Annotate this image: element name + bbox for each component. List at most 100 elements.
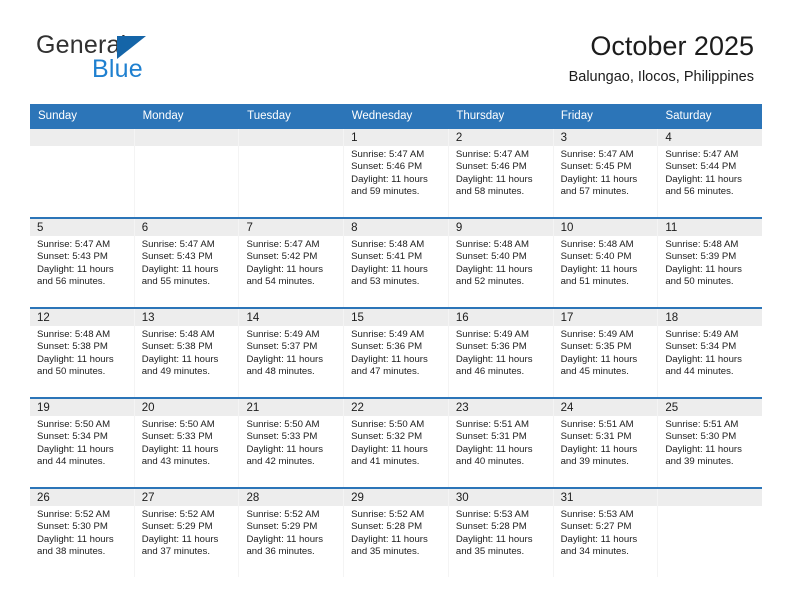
day-cell[interactable]: 23 Sunrise: 5:51 AM Sunset: 5:31 PM Dayligh… — [448, 399, 554, 487]
daylight-duration-line2: and 44 minutes. — [665, 366, 734, 378]
sunrise-time: Sunrise: 5:50 AM — [141, 419, 215, 430]
day-details: Sunrise: 5:48 AM Sunset: 5:40 PM Daylight:… — [449, 236, 553, 289]
week-row: 1 Sunrise: 5:47 AM Sunset: 5:46 PM Daylight… — [30, 129, 763, 217]
day-details: Sunrise: 5:47 AM Sunset: 5:45 PM Daylight:… — [554, 146, 658, 199]
day-cell-empty — [239, 129, 345, 217]
day-details: Sunrise: 5:49 AM Sunset: 5:37 PM Daylight:… — [239, 326, 343, 379]
brand-logo[interactable]: General Blue — [36, 31, 276, 87]
day-details: Sunrise: 5:50 AM Sunset: 5:32 PM Daylight:… — [344, 416, 448, 469]
sunrise-time: Sunrise: 5:52 AM — [246, 509, 320, 520]
day-cell[interactable]: 29 Sunrise: 5:52 AM Sunset: 5:28 PM Dayligh… — [344, 489, 449, 577]
sunrise-time: Sunrise: 5:51 AM — [665, 419, 739, 430]
weekday-tuesday: Tuesday — [247, 110, 291, 122]
daylight-duration-line2: and 42 minutes. — [246, 456, 315, 468]
day-cell[interactable]: 21 Sunrise: 5:50 AM Sunset: 5:33 PM Dayligh… — [239, 399, 345, 487]
day-number: 31 — [553, 489, 658, 506]
sunset-time: Sunset: 5:27 PM — [560, 521, 632, 533]
sunset-time: Sunset: 5:29 PM — [141, 521, 213, 533]
day-cell[interactable]: 10 Sunrise: 5:48 AM Sunset: 5:40 PM Dayligh… — [553, 219, 659, 307]
day-cell[interactable]: 16 Sunrise: 5:49 AM Sunset: 5:36 PM Dayligh… — [448, 309, 554, 397]
day-cell[interactable]: 15 Sunrise: 5:49 AM Sunset: 5:36 PM Dayligh… — [344, 309, 449, 397]
daylight-duration-line1: Daylight: 11 hours — [455, 263, 533, 275]
day-cell[interactable]: 12 Sunrise: 5:48 AM Sunset: 5:38 PM Dayligh… — [30, 309, 135, 397]
daylight-duration-line1: Daylight: 11 hours — [351, 533, 428, 545]
day-cell[interactable]: 1 Sunrise: 5:47 AM Sunset: 5:46 PM Daylight… — [344, 129, 449, 217]
weeks-container: 1 Sunrise: 5:47 AM Sunset: 5:46 PM Daylight… — [30, 129, 763, 577]
daylight-duration-line1: Daylight: 11 hours — [351, 443, 428, 455]
daylight-duration-line1: Daylight: 11 hours — [141, 533, 219, 545]
daylight-duration-line2: and 49 minutes. — [141, 366, 210, 378]
day-cell[interactable]: 18 Sunrise: 5:49 AM Sunset: 5:34 PM Dayligh… — [658, 309, 763, 397]
day-cell[interactable]: 6 Sunrise: 5:47 AM Sunset: 5:43 PM Daylight… — [134, 219, 240, 307]
daylight-duration-line1: Daylight: 11 hours — [665, 173, 742, 185]
day-details: Sunrise: 5:51 AM Sunset: 5:31 PM Daylight:… — [554, 416, 658, 469]
day-cell[interactable]: 30 Sunrise: 5:53 AM Sunset: 5:28 PM Dayligh… — [448, 489, 554, 577]
day-cell[interactable]: 13 Sunrise: 5:48 AM Sunset: 5:38 PM Dayligh… — [134, 309, 240, 397]
daylight-duration-line2: and 46 minutes. — [455, 366, 525, 378]
sunrise-time: Sunrise: 5:51 AM — [560, 419, 634, 430]
day-cell[interactable]: 24 Sunrise: 5:51 AM Sunset: 5:31 PM Dayligh… — [553, 399, 659, 487]
day-cell[interactable]: 7 Sunrise: 5:47 AM Sunset: 5:42 PM Daylight… — [239, 219, 345, 307]
sunrise-time: Sunrise: 5:50 AM — [246, 419, 320, 430]
sunset-time: Sunset: 5:36 PM — [351, 341, 423, 353]
daylight-duration-line1: Daylight: 11 hours — [665, 263, 742, 275]
day-details: Sunrise: 5:48 AM Sunset: 5:40 PM Daylight:… — [554, 236, 658, 289]
sunset-time: Sunset: 5:33 PM — [141, 431, 213, 443]
sunset-time: Sunset: 5:43 PM — [37, 251, 108, 263]
day-cell[interactable]: 20 Sunrise: 5:50 AM Sunset: 5:33 PM Dayligh… — [134, 399, 240, 487]
sunset-time: Sunset: 5:44 PM — [665, 161, 737, 173]
day-cell[interactable]: 2 Sunrise: 5:47 AM Sunset: 5:46 PM Daylight… — [448, 129, 554, 217]
sunrise-time: Sunrise: 5:49 AM — [351, 329, 425, 340]
day-cell[interactable]: 27 Sunrise: 5:52 AM Sunset: 5:29 PM Dayligh… — [134, 489, 240, 577]
day-cell[interactable]: 14 Sunrise: 5:49 AM Sunset: 5:37 PM Dayligh… — [239, 309, 345, 397]
day-cell[interactable]: 5 Sunrise: 5:47 AM Sunset: 5:43 PM Daylight… — [30, 219, 135, 307]
daylight-duration-line1: Daylight: 11 hours — [665, 443, 742, 455]
daylight-duration-line2: and 40 minutes. — [455, 456, 525, 468]
day-number: 22 — [344, 399, 448, 416]
sunset-time: Sunset: 5:37 PM — [246, 341, 318, 353]
day-number: 30 — [448, 489, 553, 506]
daylight-duration-line1: Daylight: 11 hours — [246, 533, 324, 545]
sunrise-time: Sunrise: 5:48 AM — [141, 329, 215, 340]
day-cell[interactable]: 31 Sunrise: 5:53 AM Sunset: 5:27 PM Dayligh… — [553, 489, 659, 577]
day-cell[interactable]: 9 Sunrise: 5:48 AM Sunset: 5:40 PM Daylight… — [448, 219, 554, 307]
day-number: 24 — [553, 399, 658, 416]
day-cell[interactable]: 25 Sunrise: 5:51 AM Sunset: 5:30 PM Dayligh… — [658, 399, 763, 487]
day-cell[interactable]: 3 Sunrise: 5:47 AM Sunset: 5:45 PM Daylight… — [553, 129, 659, 217]
daylight-duration-line2: and 52 minutes. — [455, 276, 525, 288]
sunset-time: Sunset: 5:34 PM — [37, 431, 108, 443]
sunrise-time: Sunrise: 5:47 AM — [560, 149, 634, 160]
day-number: 6 — [134, 219, 239, 236]
sunrise-time: Sunrise: 5:52 AM — [141, 509, 215, 520]
daylight-duration-line1: Daylight: 11 hours — [246, 353, 324, 365]
sunrise-time: Sunrise: 5:48 AM — [665, 239, 739, 250]
day-cell[interactable]: 17 Sunrise: 5:49 AM Sunset: 5:35 PM Dayligh… — [553, 309, 659, 397]
sunset-time: Sunset: 5:30 PM — [37, 521, 108, 533]
week-row: 5 Sunrise: 5:47 AM Sunset: 5:43 PM Daylight… — [30, 217, 763, 307]
day-cell[interactable]: 26 Sunrise: 5:52 AM Sunset: 5:30 PM Dayligh… — [30, 489, 135, 577]
day-number: 3 — [553, 129, 658, 146]
sunrise-time: Sunrise: 5:47 AM — [37, 239, 111, 250]
daylight-duration-line1: Daylight: 11 hours — [560, 353, 638, 365]
day-cell-empty — [134, 129, 240, 217]
title-block: October 2025 Balungao, Ilocos, Philippin… — [569, 30, 754, 86]
day-cell[interactable]: 19 Sunrise: 5:50 AM Sunset: 5:34 PM Dayligh… — [30, 399, 135, 487]
sunset-time: Sunset: 5:38 PM — [141, 341, 213, 353]
day-details: Sunrise: 5:52 AM Sunset: 5:29 PM Daylight:… — [239, 506, 343, 559]
day-number: 1 — [344, 129, 448, 146]
sunrise-time: Sunrise: 5:47 AM — [351, 149, 425, 160]
day-cell[interactable]: 22 Sunrise: 5:50 AM Sunset: 5:32 PM Dayligh… — [344, 399, 449, 487]
day-cell[interactable]: 4 Sunrise: 5:47 AM Sunset: 5:44 PM Daylight… — [658, 129, 763, 217]
day-number: 25 — [658, 399, 763, 416]
day-number — [30, 129, 134, 146]
day-details: Sunrise: 5:52 AM Sunset: 5:30 PM Daylight:… — [30, 506, 134, 559]
day-details: Sunrise: 5:50 AM Sunset: 5:33 PM Daylight:… — [239, 416, 343, 469]
day-details: Sunrise: 5:50 AM Sunset: 5:33 PM Daylight:… — [135, 416, 239, 469]
daylight-duration-line2: and 39 minutes. — [665, 456, 734, 468]
day-cell[interactable]: 28 Sunrise: 5:52 AM Sunset: 5:29 PM Dayligh… — [239, 489, 345, 577]
day-details: Sunrise: 5:53 AM Sunset: 5:28 PM Daylight:… — [449, 506, 553, 559]
daylight-duration-line2: and 38 minutes. — [37, 546, 106, 558]
day-cell[interactable]: 8 Sunrise: 5:48 AM Sunset: 5:41 PM Daylight… — [344, 219, 449, 307]
daylight-duration-line1: Daylight: 11 hours — [455, 533, 533, 545]
day-cell[interactable]: 11 Sunrise: 5:48 AM Sunset: 5:39 PM Dayligh… — [658, 219, 763, 307]
